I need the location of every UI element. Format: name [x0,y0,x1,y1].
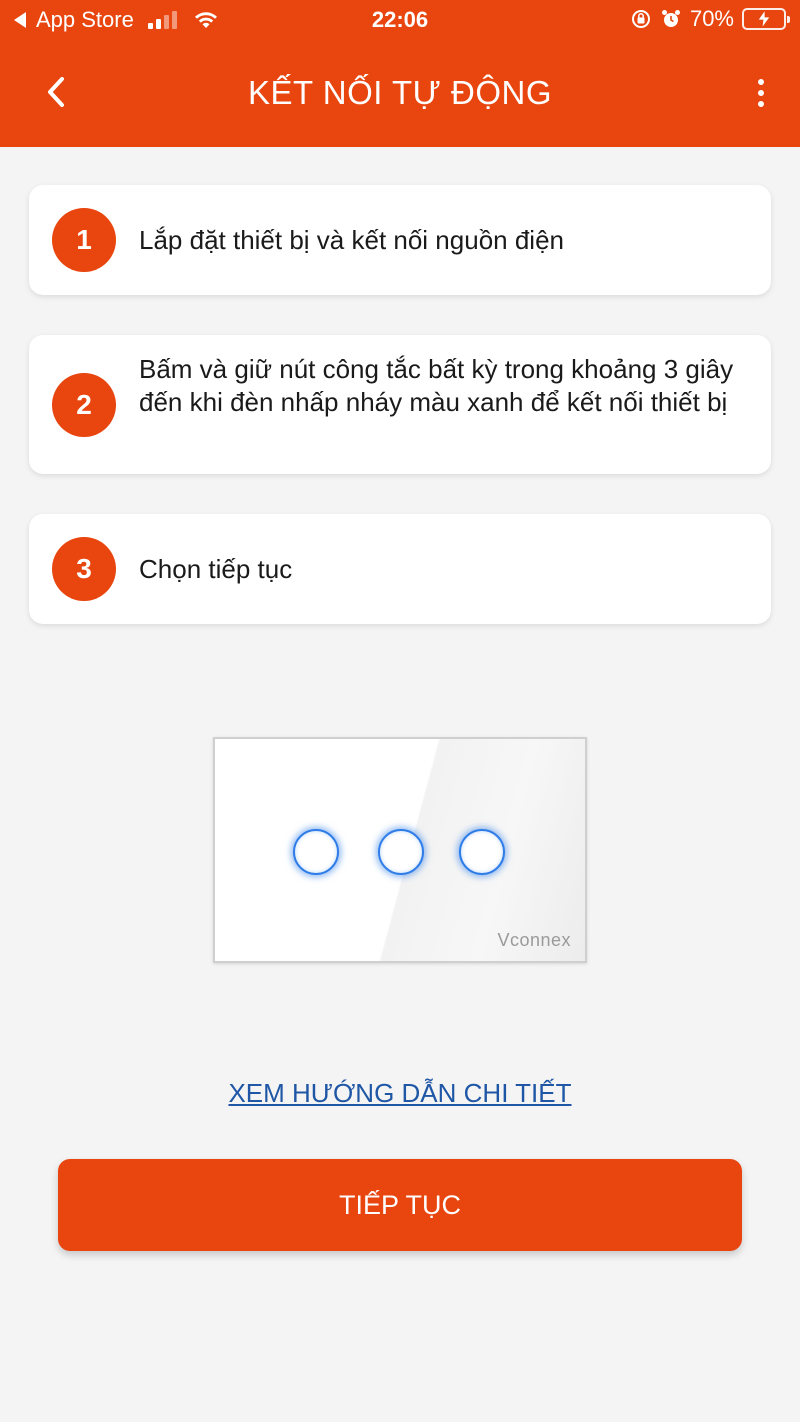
app-header: App Store 22:06 70% KẾT NỐI TỰ ĐỘNG [0,0,800,147]
cellular-signal-icon [147,11,177,29]
battery-percent: 70% [689,6,734,31]
more-vertical-icon [758,79,764,85]
step-number: 3 [52,537,116,601]
wifi-icon [194,12,217,28]
charging-bolt-icon [758,10,770,28]
switch-device-image: Vconnex [213,737,587,963]
step-text: Bấm và giữ nút công tắc bất kỳ trong kho… [139,354,734,417]
alarm-icon [661,10,680,27]
step-card-1: 1 Lắp đặt thiết bị và kết nối nguồn điện [29,185,771,295]
step-number: 1 [52,208,116,272]
detailed-guide-link[interactable]: XEM HƯỚNG DẪN CHI TIẾT [0,1078,800,1109]
page-title: KẾT NỐI TỰ ĐỘNG [247,74,552,111]
step-text: Chọn tiếp tục [139,554,293,584]
battery-icon [742,8,790,30]
touch-button-3 [459,829,505,875]
status-right: 70% [630,6,790,32]
back-to-app[interactable]: App Store [14,7,219,33]
back-app-label: App Store [36,7,134,32]
step-number: 2 [52,373,116,437]
more-options-button[interactable] [746,70,776,116]
step-text: Lắp đặt thiết bị và kết nối nguồn điện [139,225,564,255]
chevron-left-icon [48,77,64,107]
step-card-3: 3 Chọn tiếp tục [29,514,771,624]
step-card-2: 2 Bấm và giữ nút công tắc bất kỳ trong k… [29,335,771,474]
status-bar: App Store 22:06 70% [0,0,800,40]
brand-logo: Vconnex [497,930,571,950]
back-button[interactable] [34,70,78,114]
back-triangle-icon [14,12,26,28]
continue-button[interactable]: TIẾP TỤC [58,1159,742,1251]
orientation-lock-icon [631,10,650,28]
touch-button-1 [293,829,339,875]
touch-button-2 [378,829,424,875]
